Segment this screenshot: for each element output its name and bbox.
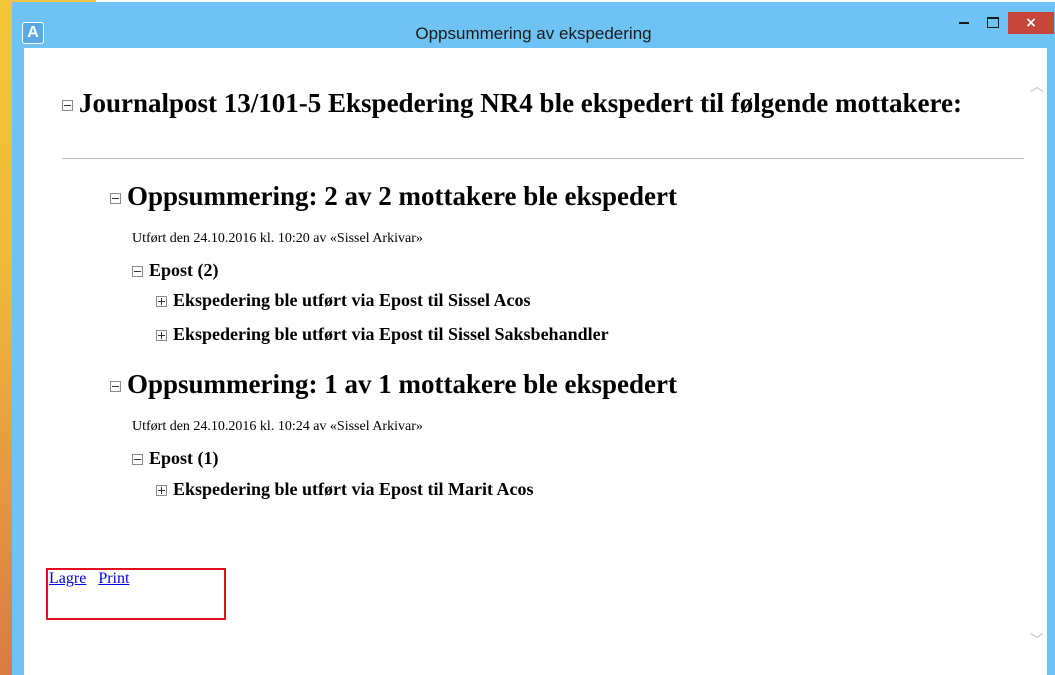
minimize-icon: [959, 21, 969, 24]
summary-meta: Utført den 24.10.2016 kl. 10:20 av «Siss…: [132, 231, 423, 246]
recipient-item: Ekspedering ble utført via Epost til Mar…: [156, 479, 534, 500]
maximize-button[interactable]: [974, 10, 1012, 38]
expand-toggle-icon[interactable]: [156, 485, 167, 497]
expand-toggle-icon[interactable]: [156, 296, 167, 308]
summary-title: Oppsummering: 2 av 2 mottakere ble ekspe…: [110, 180, 677, 212]
group-heading-epost: Epost (1): [132, 448, 219, 469]
recipient-item-text: Ekspedering ble utført via Epost til Mar…: [173, 479, 534, 499]
summary-title: Oppsummering: 1 av 1 mottakere ble ekspe…: [110, 368, 677, 400]
window-frame-left: [0, 0, 12, 675]
recipient-item-text: Ekspedering ble utført via Epost til Sis…: [173, 324, 609, 344]
summary-meta: Utført den 24.10.2016 kl. 10:24 av «Siss…: [132, 419, 423, 434]
collapse-toggle-icon[interactable]: [62, 100, 73, 112]
maximize-icon: [987, 17, 999, 28]
collapse-toggle-icon[interactable]: [110, 381, 121, 393]
expand-toggle-icon[interactable]: [156, 330, 167, 342]
close-icon: ×: [1025, 15, 1037, 31]
summary-content: Journalpost 13/101-5 Ekspedering NR4 ble…: [24, 48, 1047, 675]
title-bar[interactable]: A Oppsummering av ekspedering ×: [12, 2, 1055, 46]
journalpost-heading-text: Journalpost 13/101-5 Ekspedering NR4 ble…: [79, 88, 962, 118]
collapse-toggle-icon[interactable]: [132, 266, 143, 278]
footer-links: Lagre Print: [49, 570, 141, 588]
scroll-down-icon[interactable]: ﹀: [1030, 634, 1044, 648]
recipient-item-text: Ekspedering ble utført via Epost til Sis…: [173, 290, 531, 310]
collapse-toggle-icon[interactable]: [132, 454, 143, 466]
close-button[interactable]: ×: [1008, 12, 1054, 34]
journalpost-heading: Journalpost 13/101-5 Ekspedering NR4 ble…: [62, 86, 1022, 120]
summary-title-text: Oppsummering: 1 av 1 mottakere ble ekspe…: [127, 369, 677, 399]
window-title: Oppsummering av ekspedering: [415, 24, 652, 43]
group-heading-text: Epost (2): [149, 260, 219, 280]
collapse-toggle-icon[interactable]: [110, 193, 121, 205]
dialog-window: A Oppsummering av ekspedering × Journalp…: [12, 2, 1055, 675]
recipient-item: Ekspedering ble utført via Epost til Sis…: [156, 290, 531, 311]
print-link[interactable]: Print: [98, 570, 129, 587]
heading-divider: [62, 158, 1024, 159]
group-heading-epost: Epost (2): [132, 260, 219, 281]
save-link[interactable]: Lagre: [49, 570, 86, 587]
summary-title-text: Oppsummering: 2 av 2 mottakere ble ekspe…: [127, 181, 677, 211]
group-heading-text: Epost (1): [149, 448, 219, 468]
recipient-item: Ekspedering ble utført via Epost til Sis…: [156, 324, 609, 345]
vertical-scrollbar[interactable]: ︿ ﹀: [1027, 48, 1047, 675]
scroll-up-icon[interactable]: ︿: [1030, 80, 1044, 94]
